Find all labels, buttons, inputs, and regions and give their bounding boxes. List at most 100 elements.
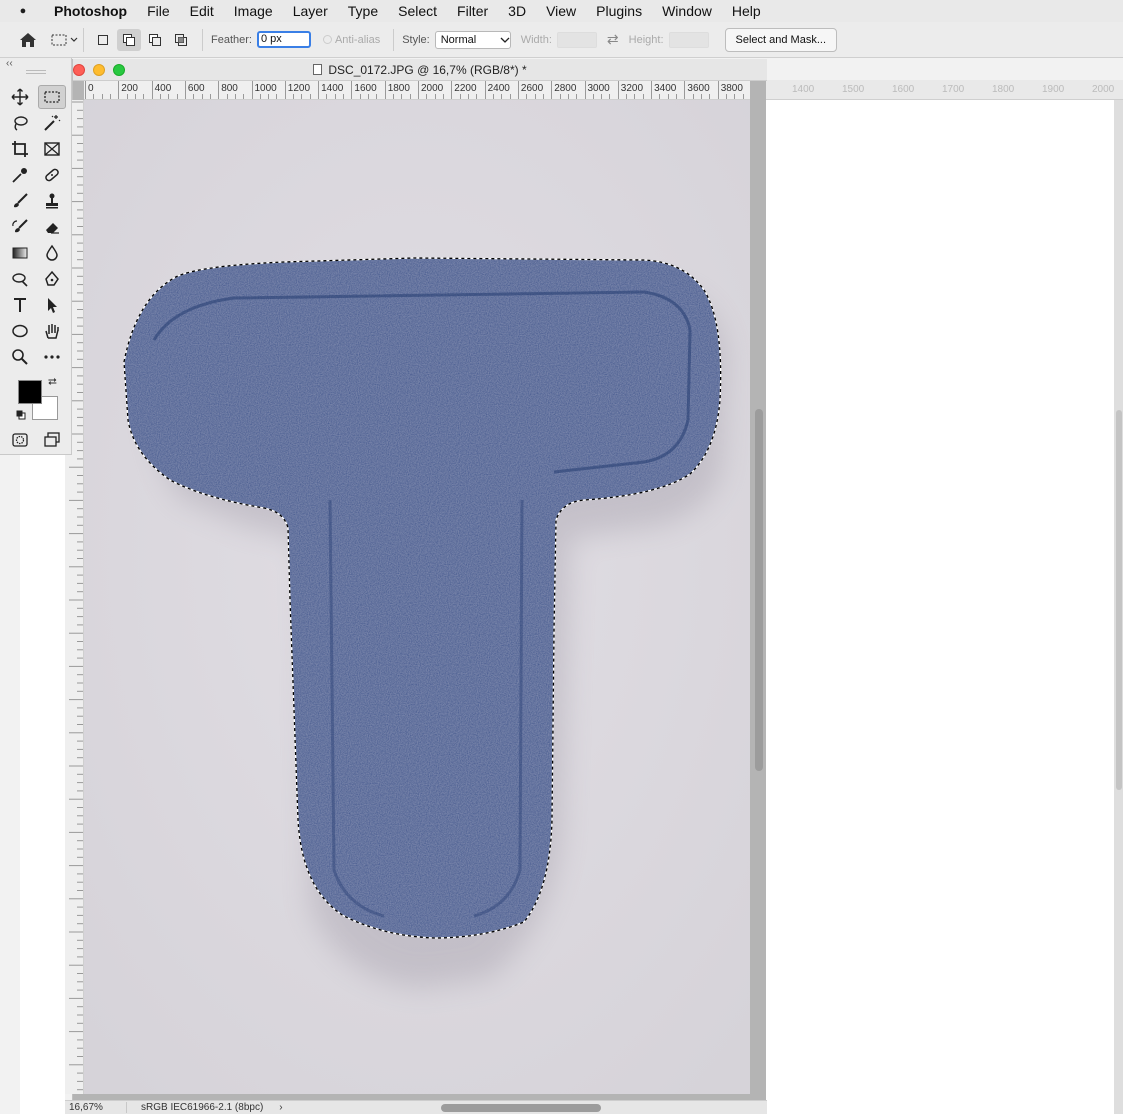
width-input[interactable] xyxy=(556,31,597,48)
more-tools-button[interactable] xyxy=(38,345,66,369)
clone-stamp-tool-button[interactable] xyxy=(38,189,66,213)
document-icon xyxy=(313,64,323,75)
magic-wand-tool-button[interactable] xyxy=(38,111,66,135)
menubar: ● Photoshop File Edit Image Layer Type S… xyxy=(0,0,1123,22)
history-brush-tool-button[interactable] xyxy=(6,215,34,239)
tools-panel: ‹‹ ⮂ xyxy=(0,58,72,455)
ruler-label: 200 xyxy=(121,83,138,94)
subtract-selection-button[interactable] xyxy=(143,29,167,51)
intersect-selection-button[interactable] xyxy=(169,29,193,51)
marquee-preset-icon xyxy=(51,34,77,45)
blur-tool-button[interactable] xyxy=(38,241,66,265)
brush-tool-button[interactable] xyxy=(6,189,34,213)
ruler-label: 3400 xyxy=(654,83,677,94)
background-scrollbar[interactable] xyxy=(1116,410,1122,790)
horizontal-ruler[interactable]: 0 200 400 600 800 1000 1200 1400 1600 1800 2000 220… xyxy=(84,81,750,100)
feather-input[interactable]: 0 px xyxy=(256,31,311,48)
eraser-tool-button[interactable] xyxy=(38,215,66,239)
crop-tool-button[interactable] xyxy=(6,137,34,161)
style-select[interactable]: Normal xyxy=(434,30,511,49)
zoom-tool-button[interactable] xyxy=(6,345,34,369)
tool-preset-picker[interactable] xyxy=(46,27,84,52)
swap-width-height-icon[interactable]: ⇄ xyxy=(607,31,619,48)
eyedropper-icon xyxy=(12,168,27,183)
menu-layer[interactable]: Layer xyxy=(283,3,338,19)
move-icon xyxy=(11,88,29,106)
image-canvas[interactable] xyxy=(84,100,750,1094)
select-and-mask-button[interactable]: Select and Mask... xyxy=(724,27,838,52)
document-titlebar[interactable]: DSC_0172.JPG @ 16,7% (RGB/8*) * xyxy=(73,59,767,81)
height-input[interactable] xyxy=(668,31,709,48)
minimize-window-button[interactable] xyxy=(93,64,105,76)
ruler-major-tick xyxy=(717,81,719,99)
screen-mode-button[interactable] xyxy=(38,428,66,452)
dodge-tool-button[interactable] xyxy=(6,267,34,291)
menu-type[interactable]: Type xyxy=(338,3,388,19)
new-selection-button[interactable] xyxy=(91,29,115,51)
menu-image[interactable]: Image xyxy=(224,3,283,19)
menu-plugins[interactable]: Plugins xyxy=(586,3,652,19)
lasso-tool-button[interactable] xyxy=(6,111,34,135)
ruler-label: 2400 xyxy=(487,83,510,94)
home-icon xyxy=(20,32,36,47)
quick-mask-button[interactable] xyxy=(6,428,34,452)
crop-icon xyxy=(12,141,28,157)
style-label: Style: xyxy=(402,33,430,46)
panel-grip[interactable] xyxy=(26,70,46,74)
close-window-button[interactable] xyxy=(73,64,85,76)
ruler-major-tick xyxy=(284,81,286,99)
menu-help[interactable]: Help xyxy=(722,3,771,19)
pen-tool-button[interactable] xyxy=(38,267,66,291)
foreground-color-swatch[interactable] xyxy=(18,380,42,404)
ruler-major-tick xyxy=(484,81,486,99)
zoom-window-button[interactable] xyxy=(113,64,125,76)
gradient-tool-button[interactable] xyxy=(6,241,34,265)
history-brush-icon xyxy=(12,219,28,233)
ruler-label: 600 xyxy=(187,83,205,94)
eyedropper-tool-button[interactable] xyxy=(6,163,34,187)
zoom-icon xyxy=(12,349,28,365)
swap-colors-icon[interactable]: ⮂ xyxy=(48,376,57,389)
background-page xyxy=(766,100,1114,1114)
document-title: DSC_0172.JPG @ 16,7% (RGB/8*) * xyxy=(328,62,527,77)
new-selection-icon xyxy=(98,34,108,45)
style-select-value: Normal xyxy=(440,33,477,46)
move-tool-button[interactable] xyxy=(6,85,34,109)
collapse-panel-icon[interactable]: ‹‹ xyxy=(6,58,13,69)
menu-window[interactable]: Window xyxy=(652,3,722,19)
document-horizontal-scrollbar[interactable] xyxy=(441,1104,601,1112)
menu-filter[interactable]: Filter xyxy=(447,3,498,19)
apple-menu-icon[interactable]: ● xyxy=(0,5,46,17)
ruler-label: 1700 xyxy=(942,84,965,95)
home-button[interactable] xyxy=(10,28,46,52)
ruler-major-tick xyxy=(517,81,519,99)
stamp-icon xyxy=(46,193,58,209)
menu-3d[interactable]: 3D xyxy=(498,3,536,19)
menu-edit[interactable]: Edit xyxy=(180,3,224,19)
path-selection-tool-button[interactable] xyxy=(38,293,66,317)
antialias-label: Anti-alias xyxy=(334,33,381,46)
ellipsis-icon xyxy=(44,355,60,359)
type-tool-button[interactable] xyxy=(6,293,34,317)
menu-view[interactable]: View xyxy=(536,3,586,19)
default-colors-icon[interactable] xyxy=(16,410,26,420)
rectangular-marquee-icon xyxy=(44,91,60,103)
type-icon xyxy=(14,298,26,312)
hand-tool-button[interactable] xyxy=(38,319,66,343)
background-page-left xyxy=(20,455,65,1114)
ruler-label: 0 xyxy=(88,83,94,94)
ruler-label: 2000 xyxy=(421,83,444,94)
add-to-selection-button[interactable] xyxy=(117,28,141,51)
menu-select[interactable]: Select xyxy=(388,3,447,19)
menu-file[interactable]: File xyxy=(137,3,180,19)
ellipse-tool-button[interactable] xyxy=(6,319,34,343)
app-menu[interactable]: Photoshop xyxy=(46,3,137,19)
ruler-major-tick xyxy=(85,81,86,99)
document-vertical-scrollbar[interactable] xyxy=(755,409,763,771)
status-menu-arrow[interactable]: › xyxy=(279,1102,282,1113)
antialias-checkbox[interactable]: Anti-alias xyxy=(322,33,381,46)
rectangular-marquee-tool-button[interactable] xyxy=(38,85,66,109)
healing-brush-tool-button[interactable] xyxy=(38,163,66,187)
frame-tool-button[interactable] xyxy=(38,137,66,161)
zoom-level[interactable]: 16,67% xyxy=(65,1102,127,1113)
